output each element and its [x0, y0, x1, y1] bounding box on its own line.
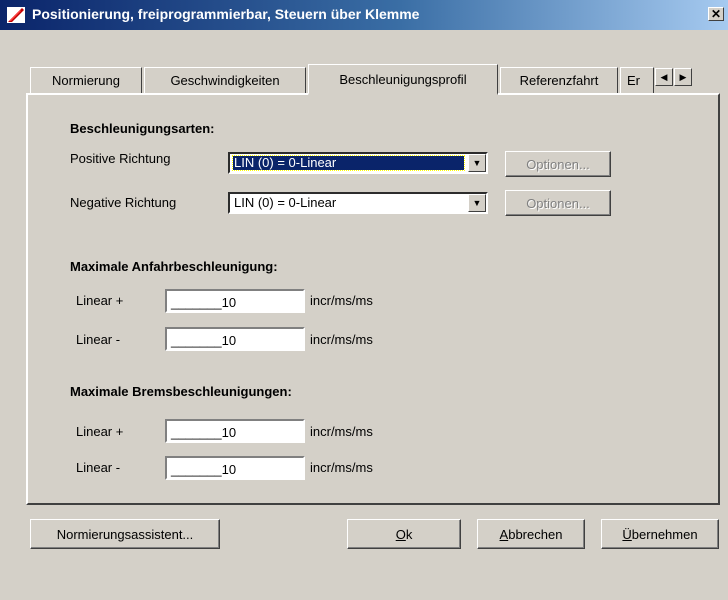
brake-linear-plus-input[interactable]: _______10: [165, 419, 305, 443]
negative-options-button: Optionen...: [505, 190, 611, 216]
dropdown-arrow-icon[interactable]: ▼: [468, 194, 486, 212]
close-button[interactable]: ✕: [708, 7, 724, 21]
tab-referenzfahrt[interactable]: Referenzfahrt: [500, 67, 618, 93]
positive-direction-select[interactable]: LIN (0) = 0-Linear ▼: [228, 152, 488, 174]
tab-geschwindigkeiten[interactable]: Geschwindigkeiten: [144, 67, 306, 93]
brake-linear-minus-label: Linear -: [76, 460, 121, 475]
tab-label: Er: [627, 73, 640, 88]
title-bar: Positionierung, freiprogrammierbar, Steu…: [0, 0, 728, 30]
tab-label: Normierung: [52, 73, 120, 88]
button-label: Ok: [396, 527, 413, 542]
start-linear-minus-label: Linear -: [76, 332, 121, 347]
dropdown-arrow-icon[interactable]: ▼: [468, 154, 486, 172]
positive-direction-value: LIN (0) = 0-Linear: [232, 155, 465, 171]
tab-scroll-left-button[interactable]: ◀: [655, 68, 673, 86]
mnemonic: Ü: [622, 526, 632, 542]
mnemonic: A: [499, 526, 509, 542]
mnemonic: O: [395, 526, 406, 542]
app-icon: [6, 6, 26, 24]
brake-linear-plus-unit: incr/ms/ms: [310, 424, 373, 439]
positive-direction-label: Positive Richtung: [70, 151, 171, 166]
start-linear-plus-unit: incr/ms/ms: [310, 293, 373, 308]
tab-er-truncated[interactable]: Er: [620, 67, 654, 93]
button-label: Optionen...: [526, 156, 590, 172]
normierungsassistent-button[interactable]: Normierungsassistent...: [30, 519, 220, 549]
start-linear-plus-input[interactable]: _______10: [165, 289, 305, 313]
tab-scroll-right-button[interactable]: ▶: [674, 68, 692, 86]
window-title: Positionierung, freiprogrammierbar, Steu…: [32, 6, 420, 22]
section-heading-brake-accel: Maximale Bremsbeschleunigungen:: [70, 384, 292, 399]
label-rest: bernehmen: [631, 526, 698, 542]
button-label: Abbrechen: [500, 527, 563, 542]
button-label: Übernehmen: [622, 527, 697, 542]
tab-normierung[interactable]: Normierung: [30, 67, 142, 93]
brake-linear-minus-input[interactable]: _______10: [165, 456, 305, 480]
start-linear-minus-unit: incr/ms/ms: [310, 332, 373, 347]
arrow-right-icon: ▶: [679, 71, 687, 82]
brake-linear-minus-unit: incr/ms/ms: [310, 460, 373, 475]
apply-button[interactable]: Übernehmen: [601, 519, 719, 549]
section-heading-start-accel: Maximale Anfahrbeschleunigung:: [70, 259, 278, 274]
negative-direction-select[interactable]: LIN (0) = 0-Linear ▼: [228, 192, 488, 214]
tab-label: Referenzfahrt: [519, 73, 599, 88]
negative-direction-value: LIN (0) = 0-Linear: [234, 195, 337, 210]
ok-button[interactable]: Ok: [347, 519, 461, 549]
section-heading-accel-types: Beschleunigungsarten:: [70, 121, 215, 136]
tab-label: Geschwindigkeiten: [170, 73, 280, 88]
label-rest: k: [405, 526, 413, 542]
negative-direction-label: Negative Richtung: [70, 195, 177, 210]
start-linear-plus-label: Linear +: [76, 293, 124, 308]
button-label: Optionen...: [526, 195, 590, 211]
tab-beschleunigungsprofil[interactable]: Beschleunigungsprofil: [308, 64, 498, 95]
close-icon: ✕: [710, 7, 722, 21]
brake-linear-plus-label: Linear +: [76, 424, 124, 439]
start-linear-minus-input[interactable]: _______10: [165, 327, 305, 351]
button-label: Normierungsassistent...: [56, 526, 194, 542]
arrow-left-icon: ◀: [660, 71, 668, 82]
cancel-button[interactable]: Abbrechen: [477, 519, 585, 549]
positive-options-button: Optionen...: [505, 151, 611, 177]
label-rest: bbrechen: [508, 526, 563, 542]
tab-label: Beschleunigungsprofil: [339, 71, 467, 87]
